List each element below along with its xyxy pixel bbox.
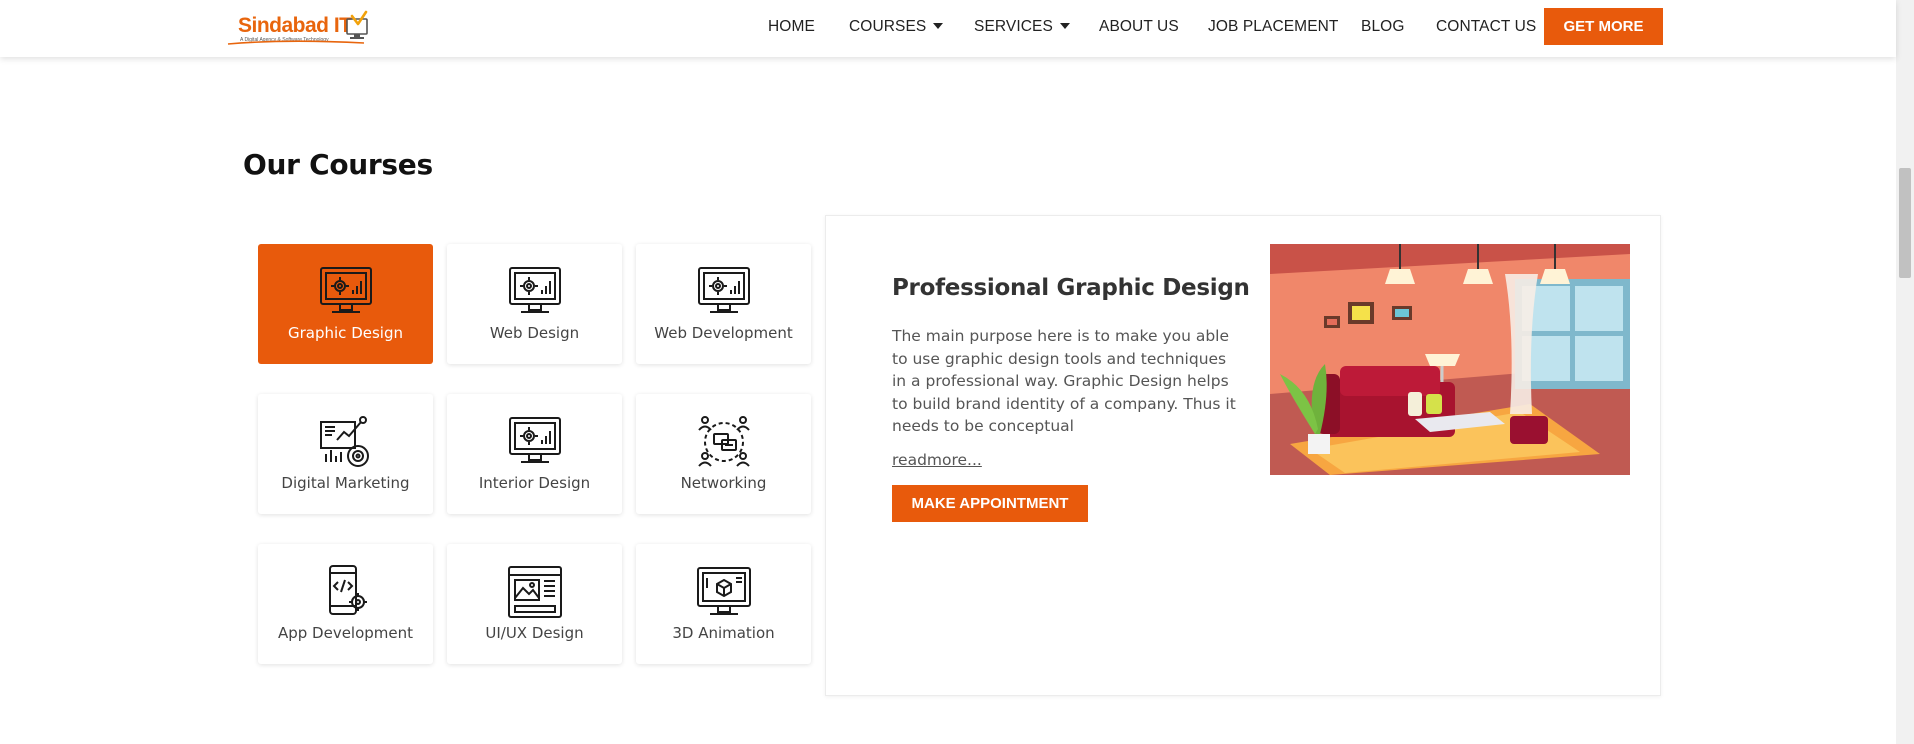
course-tile-web-development[interactable]: Web Development bbox=[636, 244, 811, 364]
monitor-3d-cube-icon bbox=[697, 567, 751, 615]
course-label: Networking bbox=[680, 474, 767, 492]
monitor-gear-chart-icon bbox=[320, 267, 372, 313]
living-room-illustration bbox=[1270, 244, 1630, 475]
course-label: UI/UX Design bbox=[485, 624, 584, 642]
nav-courses-label: COURSES bbox=[849, 18, 927, 35]
course-tile-web-design[interactable]: Web Design bbox=[447, 244, 622, 364]
monitor-gear-chart-icon bbox=[509, 417, 561, 463]
nav-job-label: JOB PLACEMENT bbox=[1208, 18, 1339, 35]
nav-blog[interactable]: BLOG bbox=[1361, 18, 1404, 36]
course-label: Graphic Design bbox=[288, 324, 403, 342]
nav-home[interactable]: HOME bbox=[768, 18, 815, 36]
course-label: App Development bbox=[277, 624, 414, 642]
chevron-down-icon bbox=[1059, 23, 1070, 29]
nav-about-label: ABOUT US bbox=[1099, 18, 1179, 35]
network-people-icon bbox=[698, 416, 750, 467]
course-tile-digital-marketing[interactable]: Digital Marketing bbox=[258, 394, 433, 514]
course-label: 3D Animation bbox=[672, 624, 775, 642]
make-appointment-button[interactable]: MAKE APPOINTMENT bbox=[892, 485, 1088, 522]
course-label: Interior Design bbox=[478, 474, 591, 492]
get-more-button[interactable]: GET MORE bbox=[1544, 8, 1663, 45]
marketing-analytics-icon bbox=[320, 416, 369, 467]
monitor-gear-chart-icon bbox=[698, 267, 750, 313]
course-tile-networking[interactable]: Networking bbox=[636, 394, 811, 514]
main-nav: HOME COURSES SERVICES ABOUT US JOB PLACE… bbox=[0, 0, 1896, 57]
course-tile-3d-animation[interactable]: 3D Animation bbox=[636, 544, 811, 664]
nav-blog-label: BLOG bbox=[1361, 18, 1405, 35]
readmore-link[interactable]: readmore... bbox=[892, 451, 982, 469]
course-tile-ui-ux-design[interactable]: UI/UX Design bbox=[447, 544, 622, 664]
course-tile-interior-design[interactable]: Interior Design bbox=[447, 394, 622, 514]
monitor-gear-chart-icon bbox=[509, 267, 561, 313]
site-header: Sindabad IT A Digital Agency & Software … bbox=[0, 0, 1896, 57]
course-tile-graphic-design[interactable]: Graphic Design bbox=[258, 244, 433, 364]
nav-job-placement[interactable]: JOB PLACEMENT bbox=[1208, 18, 1339, 36]
course-detail-title: Professional Graphic Design bbox=[892, 275, 1250, 301]
section-title: Our Courses bbox=[243, 148, 433, 181]
page-scrollbar[interactable] bbox=[1896, 0, 1914, 744]
scrollbar-thumb[interactable] bbox=[1899, 168, 1911, 278]
nav-services[interactable]: SERVICES bbox=[974, 18, 1070, 36]
mobile-code-gear-icon bbox=[329, 565, 367, 615]
nav-courses[interactable]: COURSES bbox=[849, 18, 944, 36]
nav-about-us[interactable]: ABOUT US bbox=[1099, 18, 1179, 36]
nav-contact-us[interactable]: CONTACT US bbox=[1436, 18, 1536, 36]
course-tile-app-development[interactable]: App Development bbox=[258, 544, 433, 664]
nav-services-label: SERVICES bbox=[974, 18, 1053, 35]
viewport: Sindabad IT A Digital Agency & Software … bbox=[0, 0, 1914, 744]
course-label: Web Development bbox=[654, 324, 793, 342]
nav-home-label: HOME bbox=[768, 18, 815, 35]
course-label: Web Design bbox=[489, 324, 580, 342]
chevron-down-icon bbox=[933, 23, 944, 29]
nav-contact-label: CONTACT US bbox=[1436, 18, 1537, 35]
course-detail-description: The main purpose here is to make you abl… bbox=[892, 327, 1236, 435]
course-label: Digital Marketing bbox=[281, 474, 410, 492]
wireframe-layout-icon bbox=[508, 566, 562, 618]
